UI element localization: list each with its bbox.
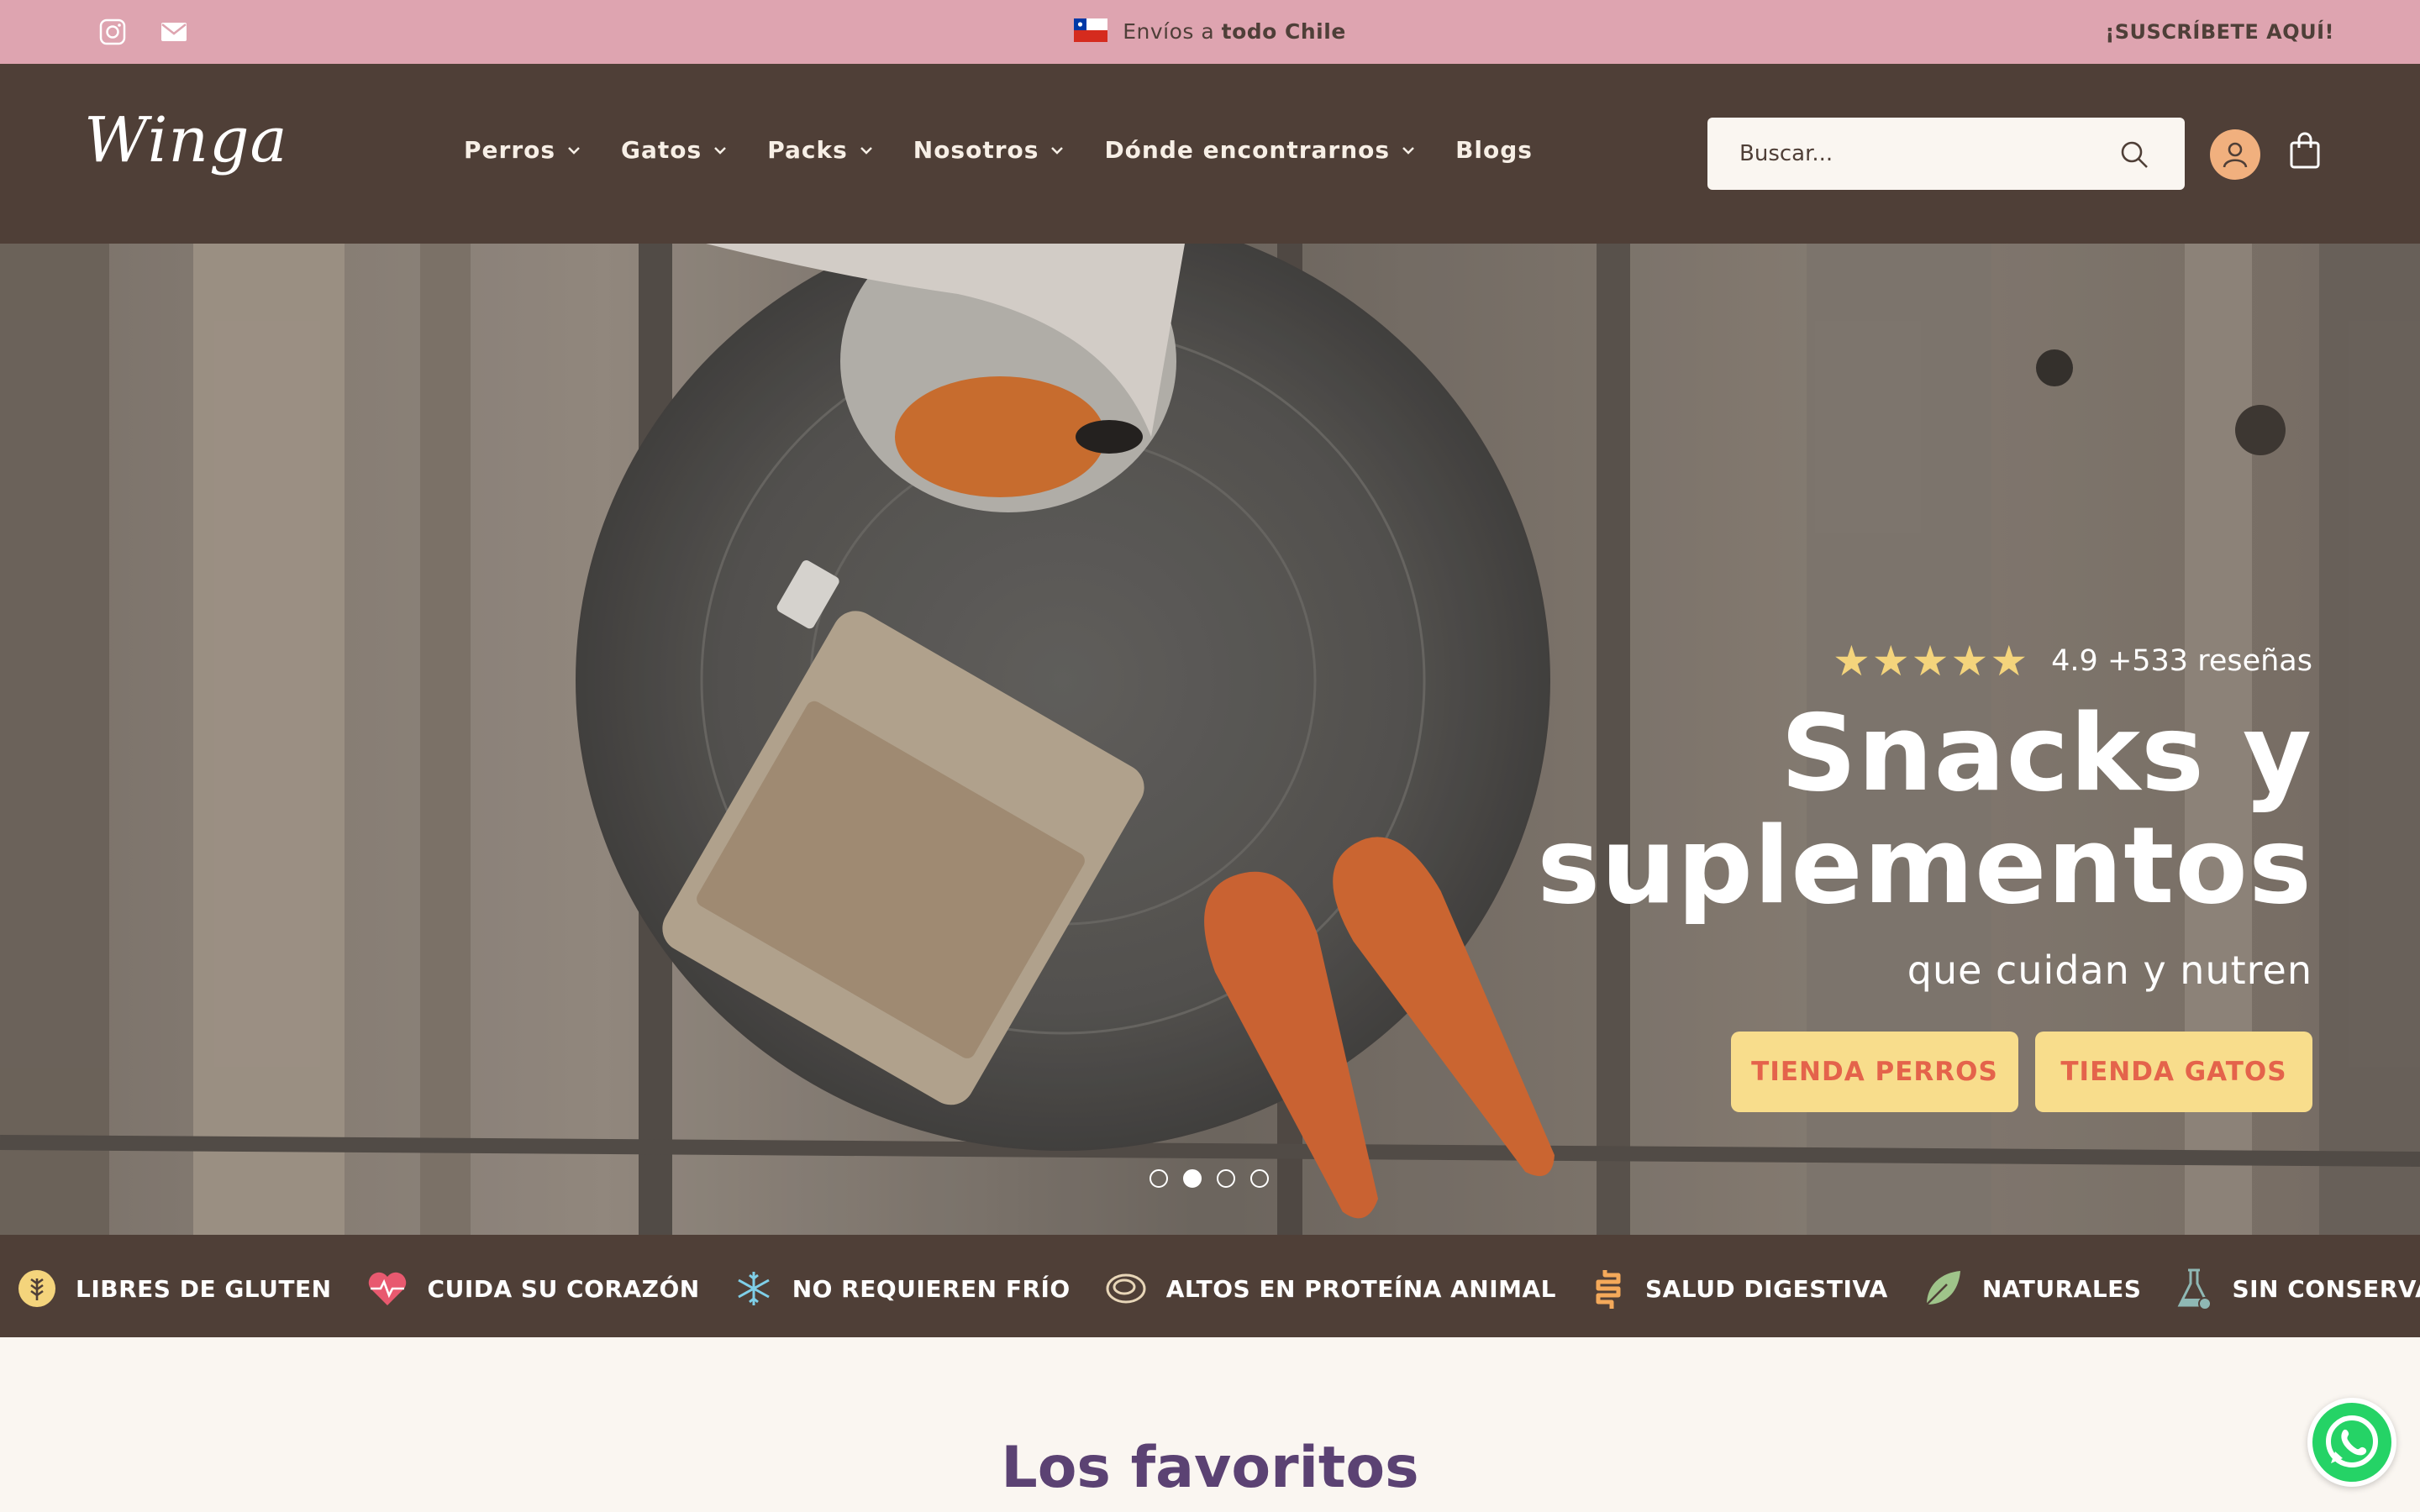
chevron-down-icon — [1402, 146, 1414, 155]
nav-label: Packs — [767, 136, 848, 164]
slide-dot-4[interactable] — [1250, 1169, 1269, 1188]
hero-title-line1: Snacks y — [1781, 691, 2312, 815]
nav-label: Blogs — [1455, 136, 1533, 164]
intestine-icon — [1596, 1270, 1621, 1309]
slider-dots — [1150, 1169, 1269, 1188]
slide-dot-2[interactable] — [1183, 1169, 1202, 1188]
nav-label: Gatos — [621, 136, 702, 164]
leaf-icon — [1925, 1271, 1960, 1305]
subscribe-link[interactable]: ¡SUSCRÍBETE AQUÍ! — [2105, 20, 2334, 44]
announcement-bar: Envíos a todo Chile ¡SUSCRÍBETE AQUÍ! — [0, 0, 2420, 64]
search-icon[interactable] — [2119, 139, 2149, 170]
main-nav: Perros Gatos Packs Nosotros Dónde encont… — [464, 136, 1533, 164]
favorites-title: Los favoritos — [1001, 1435, 1419, 1501]
nav-item-donde-encontrarnos[interactable]: Dónde encontrarnos — [1104, 136, 1415, 164]
rating-summary: ★★★★★ 4.9 +533 reseñas — [1833, 637, 2312, 685]
feature-label: SALUD DIGESTIVA — [1645, 1274, 1888, 1303]
nav-item-perros[interactable]: Perros — [464, 136, 581, 164]
feature-label: SIN CONSERVANTES — [2232, 1274, 2420, 1303]
feature-item: ALTOS EN PROTEÍNA ANIMAL — [1104, 1267, 1556, 1310]
chevron-down-icon — [1051, 146, 1064, 155]
nav-label: Dónde encontrarnos — [1104, 136, 1391, 164]
feature-item: NO REQUIEREN FRÍO — [734, 1267, 1071, 1310]
account-button[interactable] — [2210, 129, 2260, 180]
hero-subtitle: que cuidan y nutren — [1907, 948, 2312, 993]
shipping-notice: Envíos a todo Chile — [0, 18, 2420, 44]
heart-pulse-icon — [368, 1272, 406, 1305]
search-input[interactable] — [1739, 136, 2109, 171]
cart-icon[interactable] — [2289, 131, 2321, 170]
feature-item: SIN CONSERVANTES — [2175, 1267, 2420, 1310]
snowflake-icon — [737, 1272, 770, 1305]
slide-dot-1[interactable] — [1150, 1169, 1168, 1188]
logo[interactable]: Winga — [84, 104, 288, 176]
meat-icon — [1106, 1273, 1146, 1304]
chile-flag-icon — [1074, 18, 1108, 42]
hero-banner: ★★★★★ 4.9 +533 reseñas Snacks y suplemen… — [0, 244, 2420, 1235]
slide-dot-3[interactable] — [1217, 1169, 1235, 1188]
shipping-bold: todo Chile — [1221, 19, 1346, 44]
rating-stars-icon: ★★★★★ — [1833, 637, 2030, 685]
feature-label: NATURALES — [1981, 1274, 2142, 1303]
search-box — [1707, 118, 2185, 190]
rating-text: 4.9 +533 reseñas — [2051, 644, 2312, 678]
features-strip: LIBRES DE GLUTEN CUIDA SU CORAZÓN NO REQ… — [0, 1235, 2420, 1337]
shop-dogs-button[interactable]: TIENDA PERROS — [1731, 1032, 2018, 1112]
chevron-down-icon — [714, 146, 727, 155]
hero-title-line2: suplementos — [1537, 804, 2312, 927]
nav-item-nosotros[interactable]: Nosotros — [913, 136, 1065, 164]
feature-label: ALTOS EN PROTEÍNA ANIMAL — [1165, 1274, 1557, 1303]
feature-label: NO REQUIEREN FRÍO — [792, 1274, 1071, 1303]
wheat-icon — [18, 1270, 55, 1307]
whatsapp-icon — [2326, 1415, 2378, 1467]
hero-title: Snacks y suplementos — [1472, 697, 2312, 922]
feature-label: CUIDA SU CORAZÓN — [427, 1274, 700, 1303]
nav-label: Perros — [464, 136, 556, 164]
site-header: Winga Perros Gatos Packs Nosotros Dónde … — [0, 64, 2420, 244]
feature-item: CUIDA SU CORAZÓN — [366, 1267, 700, 1310]
chevron-down-icon — [568, 146, 580, 155]
nav-item-gatos[interactable]: Gatos — [621, 136, 727, 164]
whatsapp-button[interactable] — [2307, 1398, 2396, 1487]
nav-item-packs[interactable]: Packs — [767, 136, 873, 164]
feature-item: NATURALES — [1922, 1267, 2142, 1310]
feature-item: LIBRES DE GLUTEN — [17, 1267, 332, 1310]
shipping-prefix: Envíos a — [1123, 19, 1215, 44]
feature-item: SALUD DIGESTIVA — [1590, 1267, 1888, 1310]
chevron-down-icon — [860, 146, 872, 155]
shop-cats-button[interactable]: TIENDA GATOS — [2035, 1032, 2312, 1112]
nav-label: Nosotros — [913, 136, 1039, 164]
nav-item-blogs[interactable]: Blogs — [1455, 136, 1533, 164]
user-icon — [2223, 142, 2248, 168]
feature-label: LIBRES DE GLUTEN — [76, 1274, 332, 1303]
flask-icon — [2178, 1268, 2212, 1310]
